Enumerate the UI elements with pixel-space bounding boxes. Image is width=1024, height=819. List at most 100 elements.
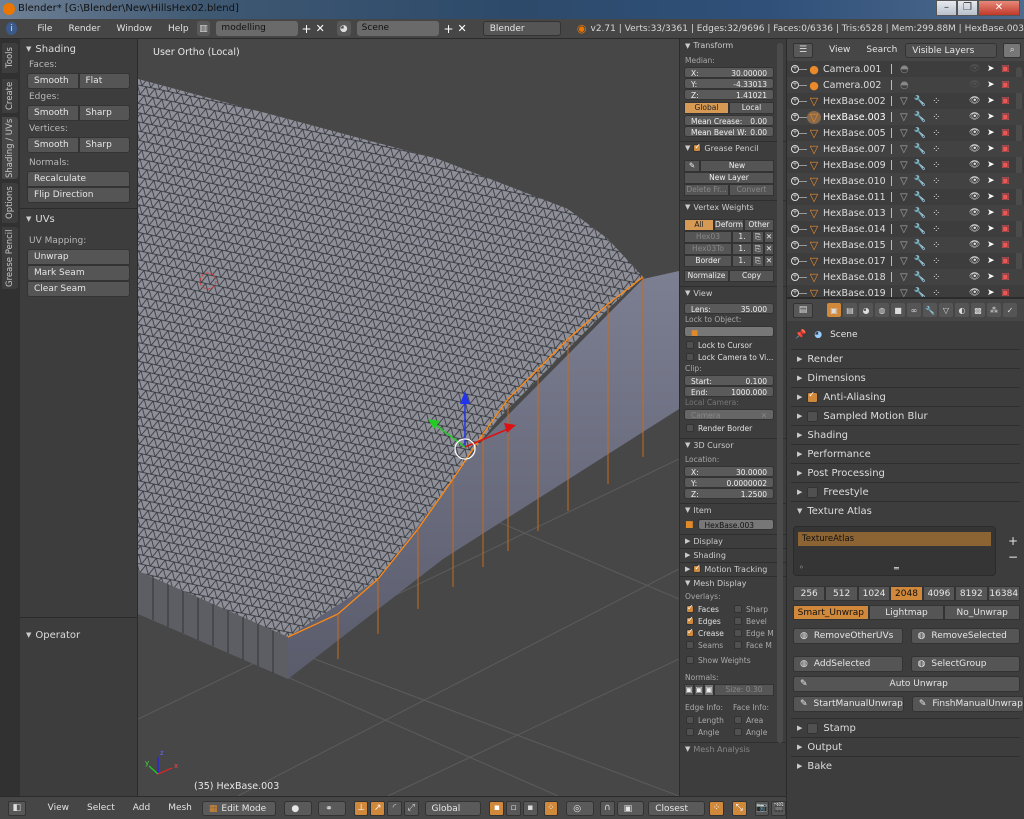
mesh-data-icon[interactable]: ▽ bbox=[900, 160, 908, 171]
vertex-normals-icon[interactable]: ▣ bbox=[684, 684, 694, 696]
outliner-row[interactable]: + ● Camera.001 ◓ 👁 ➤ ▣ bbox=[787, 61, 1024, 77]
snap-align-toggle[interactable]: ⁘ bbox=[709, 800, 724, 816]
outliner-item-name[interactable]: HexBase.014 bbox=[823, 224, 886, 235]
outliner-row[interactable]: + ▽ HexBase.014 ▽ 🔧 ⁘ 👁 ➤ ▣ bbox=[787, 221, 1024, 237]
visibility-eye-icon[interactable]: 👁 bbox=[969, 128, 980, 138]
panel-header-sampled-motion-blur[interactable]: ▶ Sampled Motion Blur bbox=[791, 406, 1020, 425]
expand-icon[interactable]: + bbox=[791, 81, 799, 89]
outliner-row[interactable]: + ▽ HexBase.019 ▽ 🔧 ⁘ 👁 ➤ ▣ bbox=[787, 285, 1024, 297]
proportional-edit-select[interactable]: ◎ bbox=[566, 800, 594, 816]
overlay-seams-toggle[interactable]: Seams bbox=[680, 639, 728, 651]
overlay-edges-toggle[interactable]: Edges bbox=[680, 615, 728, 627]
modifiers-tab-icon[interactable]: 🔧 bbox=[923, 303, 937, 317]
overlay-face-marks-toggle[interactable]: Face M bbox=[728, 639, 776, 651]
wrench-icon[interactable]: 🔧 bbox=[914, 160, 926, 171]
clip-start-field[interactable]: Start: 0.100 bbox=[684, 375, 774, 386]
mesh-data-icon[interactable]: ▽ bbox=[900, 176, 908, 187]
outliner-row[interactable]: + ▽ HexBase.017 ▽ 🔧 ⁘ 👁 ➤ ▣ bbox=[787, 253, 1024, 269]
search-icon[interactable]: ⌕ bbox=[1003, 42, 1022, 58]
atlas-size-option[interactable]: 1024 bbox=[857, 586, 891, 601]
vertex-groups-icon[interactable]: ⁘ bbox=[932, 128, 940, 139]
panel-header-output[interactable]: ▶ Output bbox=[791, 737, 1020, 756]
operator-panel-header[interactable]: ▼ Operator bbox=[20, 627, 80, 643]
show-weights-toggle[interactable]: Show Weights bbox=[680, 654, 786, 666]
visibility-eye-icon[interactable]: 👁 bbox=[969, 256, 980, 266]
vertex-groups-icon[interactable]: ⁘ bbox=[932, 240, 940, 251]
renderability-camera-icon[interactable]: ▣ bbox=[1001, 272, 1010, 282]
select-group-button[interactable]: ◍ SelectGroup bbox=[910, 656, 1020, 672]
vertex-groups-icon[interactable]: ⁘ bbox=[932, 176, 940, 187]
outliner-row[interactable]: + ▽ HexBase.003 ▽ 🔧 ⁘ 👁 ➤ ▣ bbox=[787, 109, 1024, 125]
wrench-icon[interactable]: 🔧 bbox=[914, 208, 926, 219]
visibility-eye-icon[interactable]: 👁 bbox=[969, 208, 980, 218]
menu-window[interactable]: Window bbox=[109, 24, 161, 34]
vw-tab-all[interactable]: All bbox=[684, 219, 714, 231]
vertices-smooth-button[interactable]: Smooth bbox=[27, 137, 79, 153]
outliner-row[interactable]: + ● Camera.002 ◓ 👁 ➤ ▣ bbox=[787, 77, 1024, 93]
texture-atlas-panel-header[interactable]: ▼ Texture Atlas bbox=[791, 501, 1020, 520]
selectability-cursor-icon[interactable]: ➤ bbox=[987, 224, 995, 234]
renderability-camera-icon[interactable]: ▣ bbox=[1001, 208, 1010, 218]
paste-weight-icon[interactable]: ⎘ bbox=[752, 255, 764, 267]
mesh-data-icon[interactable]: ▽ bbox=[900, 144, 908, 155]
screen-layout-field[interactable]: modelling bbox=[216, 21, 298, 36]
outliner-menu-search[interactable]: Search bbox=[858, 45, 905, 55]
scene-tab-icon[interactable]: ◕ bbox=[859, 303, 873, 317]
unwrap-menu-button[interactable]: Unwrap bbox=[27, 249, 130, 265]
selectability-cursor-icon[interactable]: ➤ bbox=[987, 160, 995, 170]
expand-icon[interactable]: + bbox=[791, 65, 799, 73]
vertex-weights-panel-header[interactable]: ▼ Vertex Weights bbox=[680, 200, 786, 213]
maximize-button[interactable]: ❐ bbox=[957, 0, 978, 16]
snap-toggle[interactable]: ∩ bbox=[599, 800, 615, 816]
vertex-groups-icon[interactable]: ⁘ bbox=[932, 160, 940, 171]
wrench-icon[interactable]: 🔧 bbox=[914, 112, 926, 123]
mesh-data-icon[interactable]: ▽ bbox=[900, 128, 908, 139]
edges-sharp-button[interactable]: Sharp bbox=[78, 105, 130, 121]
overlay-crease-toggle[interactable]: Crease bbox=[680, 627, 728, 639]
menu-render[interactable]: Render bbox=[60, 24, 108, 34]
new-layer-button[interactable]: New Layer bbox=[684, 172, 774, 184]
cursor-y-field[interactable]: Y: 0.0000002 bbox=[684, 477, 774, 488]
vertex-groups-icon[interactable]: ⁘ bbox=[932, 112, 940, 123]
outliner-item-name[interactable]: HexBase.015 bbox=[823, 240, 886, 251]
expand-icon[interactable]: + bbox=[791, 241, 799, 249]
view-panel-header[interactable]: ▼ View bbox=[680, 286, 786, 299]
mesh-data-icon[interactable]: ▽ bbox=[900, 256, 908, 267]
expand-icon[interactable]: + bbox=[791, 225, 799, 233]
panel-header-bake[interactable]: ▶ Bake bbox=[791, 756, 1020, 775]
overlay-edge-marks-toggle[interactable]: Edge M bbox=[728, 627, 776, 639]
manipulator-toggle[interactable]: ⊥ bbox=[353, 800, 369, 816]
snap-element-select[interactable]: ▣ bbox=[616, 800, 645, 816]
wrench-icon[interactable]: 🔧 bbox=[914, 288, 926, 298]
display-panel-header[interactable]: ▶ Display bbox=[680, 534, 786, 547]
outliner-item-name[interactable]: HexBase.009 bbox=[823, 160, 886, 171]
properties-editor-icon[interactable]: ▤ bbox=[793, 302, 813, 318]
edge-length-toggle[interactable]: Length bbox=[680, 714, 728, 726]
panel-enable-checkbox[interactable] bbox=[807, 486, 819, 498]
selectability-cursor-icon[interactable]: ➤ bbox=[987, 128, 995, 138]
median-x-field[interactable]: X: 30.00000 bbox=[684, 67, 774, 78]
info-editor-icon[interactable]: i bbox=[6, 22, 18, 35]
selectability-cursor-icon[interactable]: ➤ bbox=[987, 288, 995, 297]
selectability-cursor-icon[interactable]: ➤ bbox=[987, 256, 995, 266]
cursor-z-field[interactable]: Z: 1.2500 bbox=[684, 488, 774, 499]
vertex-groups-icon[interactable]: ⁘ bbox=[932, 144, 940, 155]
expand-icon[interactable]: + bbox=[791, 273, 799, 281]
face-angle-toggle[interactable]: Angle bbox=[728, 726, 776, 738]
item-name-field[interactable]: HexBase.003 bbox=[697, 519, 774, 530]
render-layers-tab-icon[interactable]: ▤ bbox=[843, 303, 857, 317]
expand-icon[interactable]: + bbox=[791, 145, 799, 153]
outliner-item-name[interactable]: HexBase.010 bbox=[823, 176, 886, 187]
atlas-size-option[interactable]: 16384 bbox=[987, 586, 1020, 601]
selectability-cursor-icon[interactable]: ➤ bbox=[987, 80, 995, 90]
auto-unwrap-button[interactable]: ✎ Auto Unwrap bbox=[793, 676, 1020, 692]
menu-mesh[interactable]: Mesh bbox=[160, 803, 200, 813]
mesh-data-icon[interactable]: ▽ bbox=[900, 240, 908, 251]
outliner-item-name[interactable]: HexBase.018 bbox=[823, 272, 886, 283]
expand-icon[interactable]: + bbox=[791, 209, 799, 217]
remove-screen-button[interactable]: ✕ bbox=[316, 22, 325, 35]
tab-options[interactable]: Options bbox=[2, 183, 18, 223]
scene-field[interactable]: Scene bbox=[356, 21, 440, 36]
outliner-item-name[interactable]: Camera.001 bbox=[823, 64, 883, 75]
faces-smooth-button[interactable]: Smooth bbox=[27, 73, 79, 89]
